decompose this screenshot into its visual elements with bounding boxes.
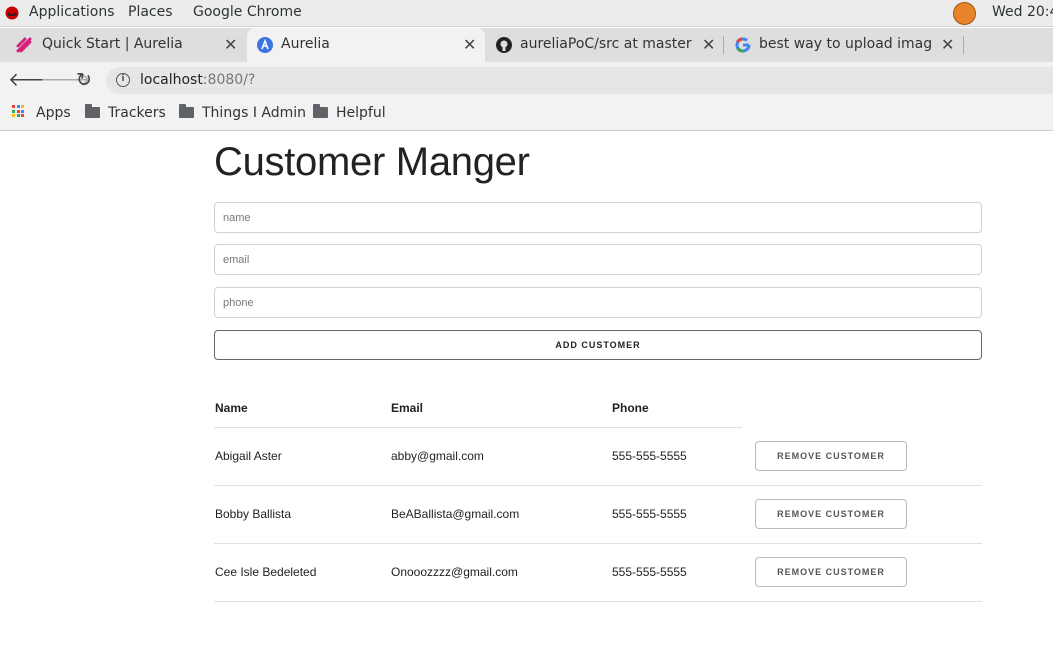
customer-name: Cee Isle Bedeleted [214, 543, 390, 602]
table-header-row: Name Email Phone [214, 390, 982, 428]
bookmark-apps[interactable]: Apps [12, 105, 71, 121]
tab-title: aureliaPoC/src at master · jo [520, 36, 696, 52]
tab-title: Aurelia [281, 36, 330, 52]
remove-customer-button[interactable]: REMOVE CUSTOMER [755, 499, 907, 529]
add-customer-button[interactable]: ADD CUSTOMER [214, 330, 982, 360]
bookmark-trackers[interactable]: Trackers [85, 104, 166, 121]
aurelia-logo-icon [16, 37, 32, 53]
reload-icon[interactable]: ↻ [72, 68, 96, 92]
aurelia-page-icon [257, 37, 273, 53]
tab-github[interactable]: aureliaPoC/src at master · jo ✕ [485, 28, 724, 62]
clock[interactable]: Wed 20:4 [992, 4, 1053, 20]
customer-phone: 555-555-5555 [611, 543, 742, 602]
actions-cell: REMOVE CUSTOMER [742, 427, 982, 486]
table-row: Bobby Ballista BeABallista@gmail.com 555… [214, 485, 982, 544]
back-arrow-icon[interactable]: 🡐 [8, 68, 59, 92]
customer-phone: 555-555-5555 [611, 427, 742, 486]
tab-strip: Quick Start | Aurelia ✕ Aurelia ✕ aureli… [0, 28, 1053, 84]
actions-cell: REMOVE CUSTOMER [742, 485, 982, 544]
bookmarks-bar: Apps Trackers Things I Admin Helpful [0, 99, 1053, 131]
bookmark-label: Trackers [108, 105, 166, 121]
tab-title: Quick Start | Aurelia [42, 36, 183, 52]
header-name: Name [214, 390, 390, 428]
bookmark-label: Apps [36, 105, 71, 121]
applications-menu[interactable]: Applications [29, 4, 115, 20]
browser-toolbar: 🡐 🡒 ↻ i localhost:8080/? [0, 62, 1053, 99]
actions-cell: REMOVE CUSTOMER [742, 543, 982, 602]
tray-app-icon[interactable] [953, 2, 976, 25]
github-icon [496, 37, 512, 53]
tab-separator [963, 36, 964, 54]
bookmark-label: Helpful [336, 105, 386, 121]
bookmark-things-i-admin[interactable]: Things I Admin [179, 104, 307, 121]
folder-icon [313, 104, 328, 118]
system-top-bar: Applications Places Google Chrome Wed 20… [0, 0, 1053, 27]
close-tab-icon[interactable]: ✕ [941, 35, 954, 54]
address-bar[interactable]: i localhost:8080/? [106, 67, 1053, 94]
customer-email: abby@gmail.com [390, 427, 611, 486]
google-icon [735, 37, 751, 53]
customer-email: BeABallista@gmail.com [390, 485, 611, 544]
customer-email: Onooozzzz@gmail.com [390, 543, 611, 602]
customer-phone: 555-555-5555 [611, 485, 742, 544]
close-tab-icon[interactable]: ✕ [702, 35, 715, 54]
close-tab-icon[interactable]: ✕ [463, 35, 476, 54]
header-email: Email [390, 390, 611, 428]
apps-grid-icon [12, 105, 26, 119]
tab-quick-start[interactable]: Quick Start | Aurelia ✕ [0, 28, 247, 62]
table-row: Cee Isle Bedeleted Onooozzzz@gmail.com 5… [214, 543, 982, 602]
page-title: Customer Manger [214, 140, 530, 184]
phone-input[interactable] [214, 287, 982, 318]
forward-arrow-icon[interactable]: 🡒 [40, 68, 91, 92]
tab-google-search[interactable]: best way to upload image t ✕ [724, 28, 964, 62]
tab-title: best way to upload image t [759, 36, 931, 52]
url-path: :8080/? [202, 72, 256, 88]
header-phone: Phone [611, 390, 742, 428]
remove-customer-button[interactable]: REMOVE CUSTOMER [755, 557, 907, 587]
close-tab-icon[interactable]: ✕ [224, 35, 237, 54]
places-menu[interactable]: Places [128, 4, 173, 20]
customer-name: Bobby Ballista [214, 485, 390, 544]
header-actions [742, 390, 982, 427]
url-text[interactable]: localhost:8080/? [140, 72, 255, 88]
bookmark-label: Things I Admin [202, 105, 307, 121]
url-host: localhost [140, 72, 203, 88]
remove-customer-button[interactable]: REMOVE CUSTOMER [755, 440, 907, 471]
page-content: Customer Manger ADD CUSTOMER Name Email … [0, 132, 1053, 659]
site-info-icon[interactable]: i [116, 73, 130, 87]
name-input[interactable] [214, 202, 982, 233]
tab-aurelia[interactable]: Aurelia ✕ [247, 28, 485, 62]
table-row: Abigail Aster abby@gmail.com 555-555-555… [214, 427, 982, 486]
folder-icon [85, 104, 100, 118]
bookmark-helpful[interactable]: Helpful [313, 104, 386, 121]
email-input[interactable] [214, 244, 982, 275]
customer-name: Abigail Aster [214, 427, 390, 486]
chrome-app-menu[interactable]: Google Chrome [193, 4, 302, 20]
redhat-logo-icon [5, 6, 19, 20]
folder-icon [179, 104, 194, 118]
customer-table: Name Email Phone Abigail Aster abby@gmai… [214, 390, 982, 602]
